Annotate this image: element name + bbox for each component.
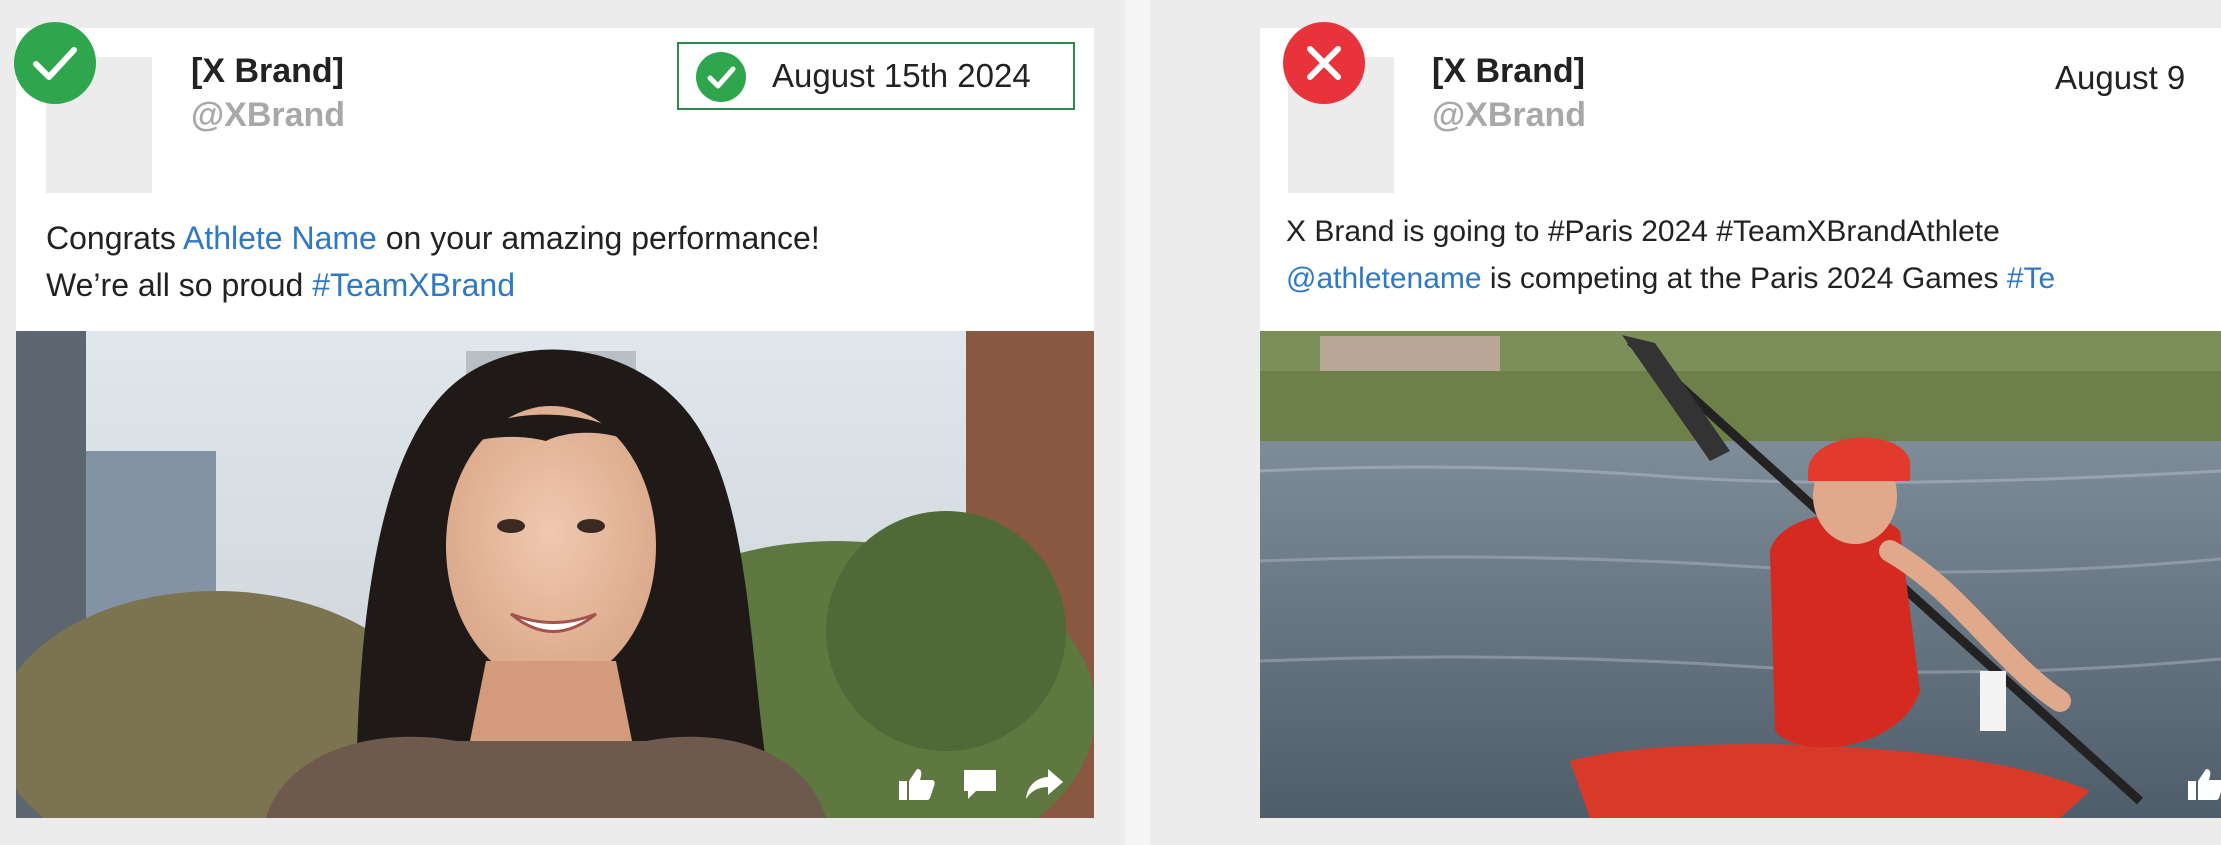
post-date: August 9 xyxy=(2055,59,2186,96)
rejected-badge xyxy=(1283,22,1365,104)
athlete-name-link[interactable]: Athlete Name xyxy=(183,220,377,256)
brand-handle: @XBrand xyxy=(1432,96,1587,134)
approved-badge xyxy=(14,22,96,104)
post-panel-right: [X Brand] @XBrand August 9 X Brand is go… xyxy=(1150,0,2221,845)
woman-portrait-photo xyxy=(16,331,1094,818)
hashtag-link[interactable]: #TeamXBrand xyxy=(312,267,515,303)
comment-icon[interactable] xyxy=(962,767,998,806)
hashtag-link[interactable]: #Te xyxy=(2007,262,2055,295)
mention-link[interactable]: @athletename xyxy=(1286,262,1482,295)
post-text-line-1: X Brand is going to #Paris 2024 #TeamXBr… xyxy=(1286,215,2000,248)
post-date: August 15th 2024 xyxy=(772,57,1031,94)
brand-name: [X Brand] xyxy=(1432,52,1585,90)
post-text-line-2: @athletename is competing at the Paris 2… xyxy=(1286,262,2056,295)
share-icon[interactable] xyxy=(1024,767,1064,806)
like-icon[interactable] xyxy=(898,767,936,806)
check-icon xyxy=(696,52,746,102)
check-icon xyxy=(33,47,77,80)
post-text-line-1: Congrats Athlete Name on your amazing pe… xyxy=(46,220,820,256)
post-actions xyxy=(2187,767,2221,806)
like-icon[interactable] xyxy=(2187,767,2221,806)
x-icon xyxy=(1307,46,1341,80)
post-actions xyxy=(898,767,1064,806)
post-text-line-2: We’re all so proud #TeamXBrand xyxy=(46,267,515,303)
post-panel-left: [X Brand] @XBrand August 15th 2024 Congr… xyxy=(0,0,1125,845)
post-card-approved[interactable]: [X Brand] @XBrand August 15th 2024 Congr… xyxy=(16,28,1094,818)
date-highlight-box: August 15th 2024 xyxy=(677,42,1075,110)
brand-handle: @XBrand xyxy=(191,96,346,134)
post-text: X Brand is going to #Paris 2024 #TeamXBr… xyxy=(1286,208,2055,302)
brand-name: [X Brand] xyxy=(191,52,344,90)
panel-divider xyxy=(1125,0,1150,845)
kayaker-photo xyxy=(1260,331,2221,818)
post-card-rejected[interactable]: [X Brand] @XBrand August 9 X Brand is go… xyxy=(1260,28,2221,818)
post-text: Congrats Athlete Name on your amazing pe… xyxy=(46,215,820,309)
